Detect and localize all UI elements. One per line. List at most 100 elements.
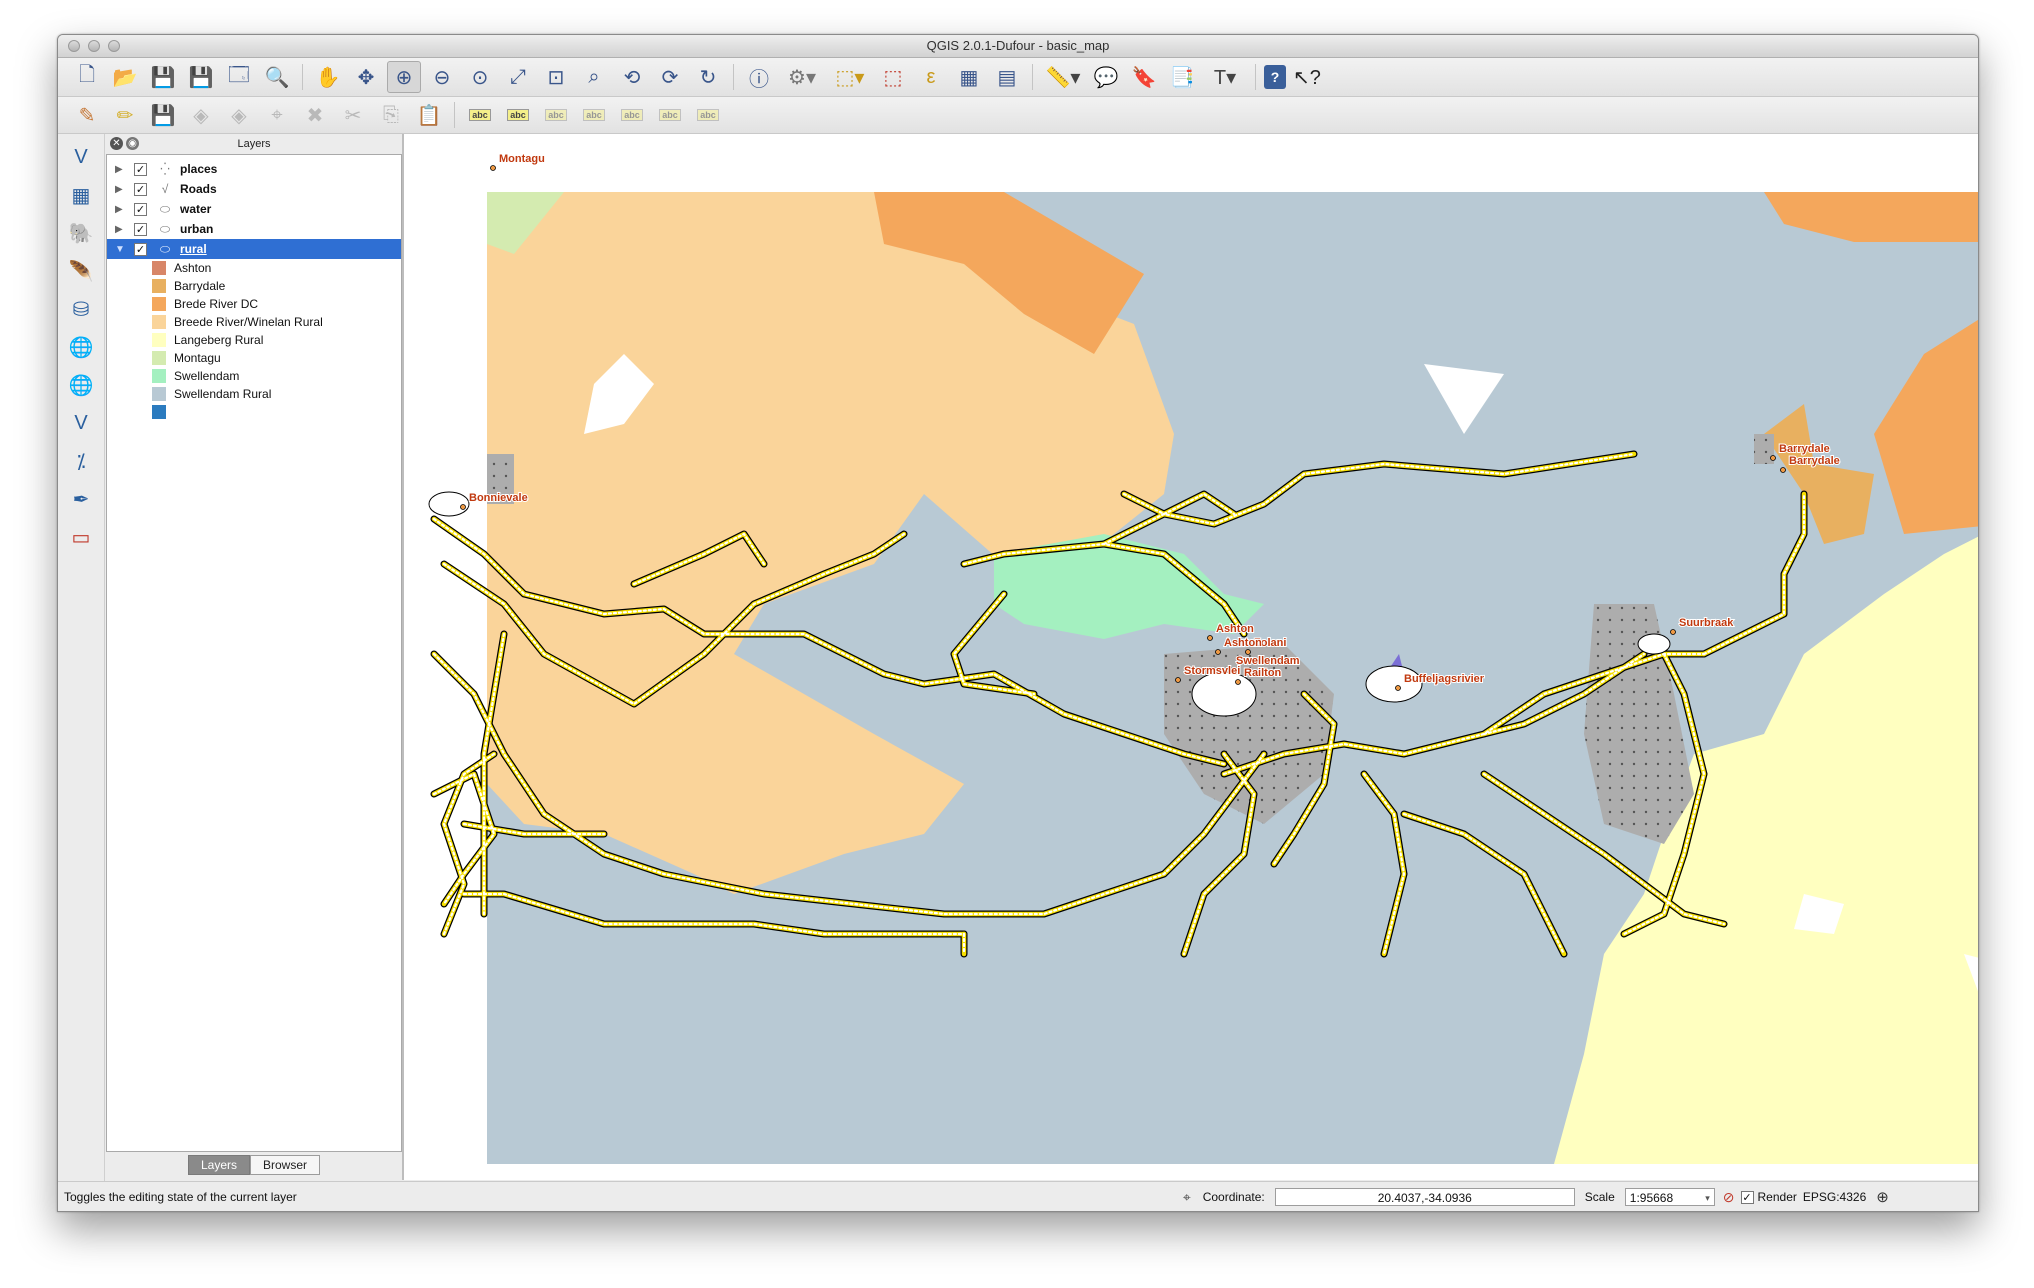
coordinate-toggle-icon[interactable]: ⌖: [1183, 1189, 1191, 1206]
add-wfs-layer-icon[interactable]: V: [64, 406, 98, 440]
add-raster-layer-icon[interactable]: ▦: [64, 178, 98, 212]
add-postgis-layer-icon[interactable]: 🐘: [64, 216, 98, 250]
change-label-icon[interactable]: abc: [691, 99, 725, 131]
current-edits-icon[interactable]: ✏: [108, 99, 142, 131]
float-panel-icon[interactable]: ◉: [126, 137, 139, 150]
new-shapefile-icon[interactable]: ✒: [64, 482, 98, 516]
show-bookmarks-icon[interactable]: 📑: [1165, 61, 1199, 93]
move-label-icon[interactable]: abc: [615, 99, 649, 131]
zoom-full-icon[interactable]: ⤢: [501, 61, 535, 93]
measure-icon[interactable]: 📏▾: [1041, 61, 1085, 93]
identify-icon[interactable]: ⓘ: [742, 61, 776, 93]
save-as-icon[interactable]: 💾: [184, 61, 218, 93]
place-point: [1670, 629, 1676, 635]
layer-labeling-icon[interactable]: abc: [501, 99, 535, 131]
layer-visibility-checkbox[interactable]: ✓: [134, 182, 147, 196]
whats-this-icon[interactable]: ↖?: [1290, 61, 1324, 93]
move-feature-icon[interactable]: ◈: [222, 99, 256, 131]
zoom-actual-icon[interactable]: ⊙: [463, 61, 497, 93]
add-spatialite-layer-icon[interactable]: 🪶: [64, 254, 98, 288]
add-wcs-layer-icon[interactable]: 🌐: [64, 368, 98, 402]
help-icon[interactable]: ?: [1264, 65, 1286, 89]
add-delimited-text-icon[interactable]: ⁒: [64, 444, 98, 478]
scale-label: Scale: [1584, 1190, 1615, 1204]
zoom-to-selection-icon[interactable]: ⊡: [539, 61, 573, 93]
expand-arrow-icon[interactable]: ▶: [115, 184, 125, 195]
render-label: Render: [1757, 1190, 1797, 1204]
map-canvas[interactable]: Montagu Bonnievale Barrydale Barrydale Suurb…: [403, 134, 1978, 1180]
legend-label: Breede River/Winelan Rural: [174, 315, 323, 329]
zoom-in-icon[interactable]: ⊕: [387, 61, 421, 93]
render-checkbox[interactable]: ✓: [1740, 1190, 1754, 1204]
layer-row-places[interactable]: ▶ ✓ ⁛ places: [107, 159, 401, 179]
place-label: Montagu: [499, 153, 545, 165]
stop-render-icon[interactable]: ⊘: [1723, 1189, 1735, 1206]
toggle-editing-icon[interactable]: ✎: [70, 99, 104, 131]
point-layer-icon: ⁛: [160, 162, 170, 176]
composer-manager-icon[interactable]: 🔍: [260, 61, 294, 93]
expression-select-icon[interactable]: ε: [914, 61, 948, 93]
pan-icon[interactable]: ✋: [311, 61, 345, 93]
expand-arrow-icon[interactable]: ▶: [115, 204, 125, 215]
map-svg[interactable]: Montagu Bonnievale BarrydaleBarrydale Suurb…: [404, 134, 1978, 1180]
layer-row-urban[interactable]: ▶ ✓ ⬭ urban: [107, 219, 401, 239]
coordinate-field[interactable]: 20.4037,-34.0936: [1274, 1188, 1575, 1206]
tab-browser[interactable]: Browser: [250, 1155, 321, 1175]
status-message: Toggles the editing state of the current…: [64, 1190, 297, 1204]
toolbar-separator: [454, 102, 455, 128]
layer-visibility-checkbox[interactable]: ✓: [134, 162, 147, 176]
add-mssql-layer-icon[interactable]: ⛁: [64, 292, 98, 326]
save-project-icon[interactable]: 💾: [146, 61, 180, 93]
layer-tree: ▶ ✓ ⁛ places ▶ ✓ √ Roads ▶ ✓ ⬭ water ▶ ✓…: [106, 154, 402, 1152]
refresh-icon[interactable]: ↻: [691, 61, 725, 93]
crs-status-icon[interactable]: ⊕: [1876, 1188, 1889, 1206]
rotate-label-icon[interactable]: abc: [653, 99, 687, 131]
remove-layer-icon[interactable]: ▭: [64, 520, 98, 554]
zoom-window-button[interactable]: [108, 40, 120, 52]
pin-labels-icon[interactable]: abc: [539, 99, 573, 131]
layer-row-water[interactable]: ▶ ✓ ⬭ water: [107, 199, 401, 219]
delete-selected-icon[interactable]: ✖: [298, 99, 332, 131]
crs-label[interactable]: EPSG:4326: [1803, 1190, 1866, 1204]
add-feature-icon[interactable]: ◈: [184, 99, 218, 131]
minimize-window-button[interactable]: [88, 40, 100, 52]
open-project-icon[interactable]: 📂: [108, 61, 142, 93]
new-bookmark-icon[interactable]: 🔖: [1127, 61, 1161, 93]
layer-visibility-checkbox[interactable]: ✓: [134, 202, 147, 216]
zoom-out-icon[interactable]: ⊖: [425, 61, 459, 93]
zoom-next-icon[interactable]: ⟳: [653, 61, 687, 93]
layer-visibility-checkbox[interactable]: ✓: [134, 222, 147, 236]
scale-combobox[interactable]: 1:95668 ▾: [1624, 1188, 1715, 1206]
expand-arrow-icon[interactable]: ▶: [115, 224, 125, 235]
map-tips-icon[interactable]: 💬: [1089, 61, 1123, 93]
save-edits-icon[interactable]: 💾: [146, 99, 180, 131]
copy-features-icon[interactable]: ⎘: [374, 99, 408, 131]
attribute-table-icon[interactable]: ▦: [952, 61, 986, 93]
add-vector-layer-icon[interactable]: V: [64, 140, 98, 174]
new-project-icon[interactable]: 🗋: [70, 61, 104, 93]
expand-arrow-icon[interactable]: ▶: [115, 164, 125, 175]
collapse-arrow-icon[interactable]: ▼: [115, 244, 125, 255]
zoom-to-layer-icon[interactable]: ⌕: [577, 61, 611, 93]
select-icon[interactable]: ⬚▾: [828, 61, 872, 93]
add-wms-layer-icon[interactable]: 🌐: [64, 330, 98, 364]
layer-row-rural[interactable]: ▼ ✓ ⬭ rural: [107, 239, 401, 259]
cut-features-icon[interactable]: ✂: [336, 99, 370, 131]
layer-row-roads[interactable]: ▶ ✓ √ Roads: [107, 179, 401, 199]
zoom-last-icon[interactable]: ⟲: [615, 61, 649, 93]
field-calculator-icon[interactable]: ▤: [990, 61, 1024, 93]
node-tool-icon[interactable]: ⌖: [260, 99, 294, 131]
tab-layers[interactable]: Layers: [187, 1155, 250, 1175]
close-panel-icon[interactable]: ✕: [110, 137, 123, 150]
text-annotation-icon[interactable]: T▾: [1203, 61, 1247, 93]
paste-features-icon[interactable]: 📋: [412, 99, 446, 131]
print-composer-icon[interactable]: 🗔: [222, 61, 256, 93]
run-action-icon[interactable]: ⚙▾: [780, 61, 824, 93]
close-window-button[interactable]: [68, 40, 80, 52]
legend-swatch: [152, 315, 166, 329]
show-hide-labels-icon[interactable]: abc: [577, 99, 611, 131]
layer-visibility-checkbox[interactable]: ✓: [134, 242, 147, 256]
pan-to-selection-icon[interactable]: ✥: [349, 61, 383, 93]
label-tool-icon[interactable]: abc: [463, 99, 497, 131]
deselect-icon[interactable]: ⬚: [876, 61, 910, 93]
